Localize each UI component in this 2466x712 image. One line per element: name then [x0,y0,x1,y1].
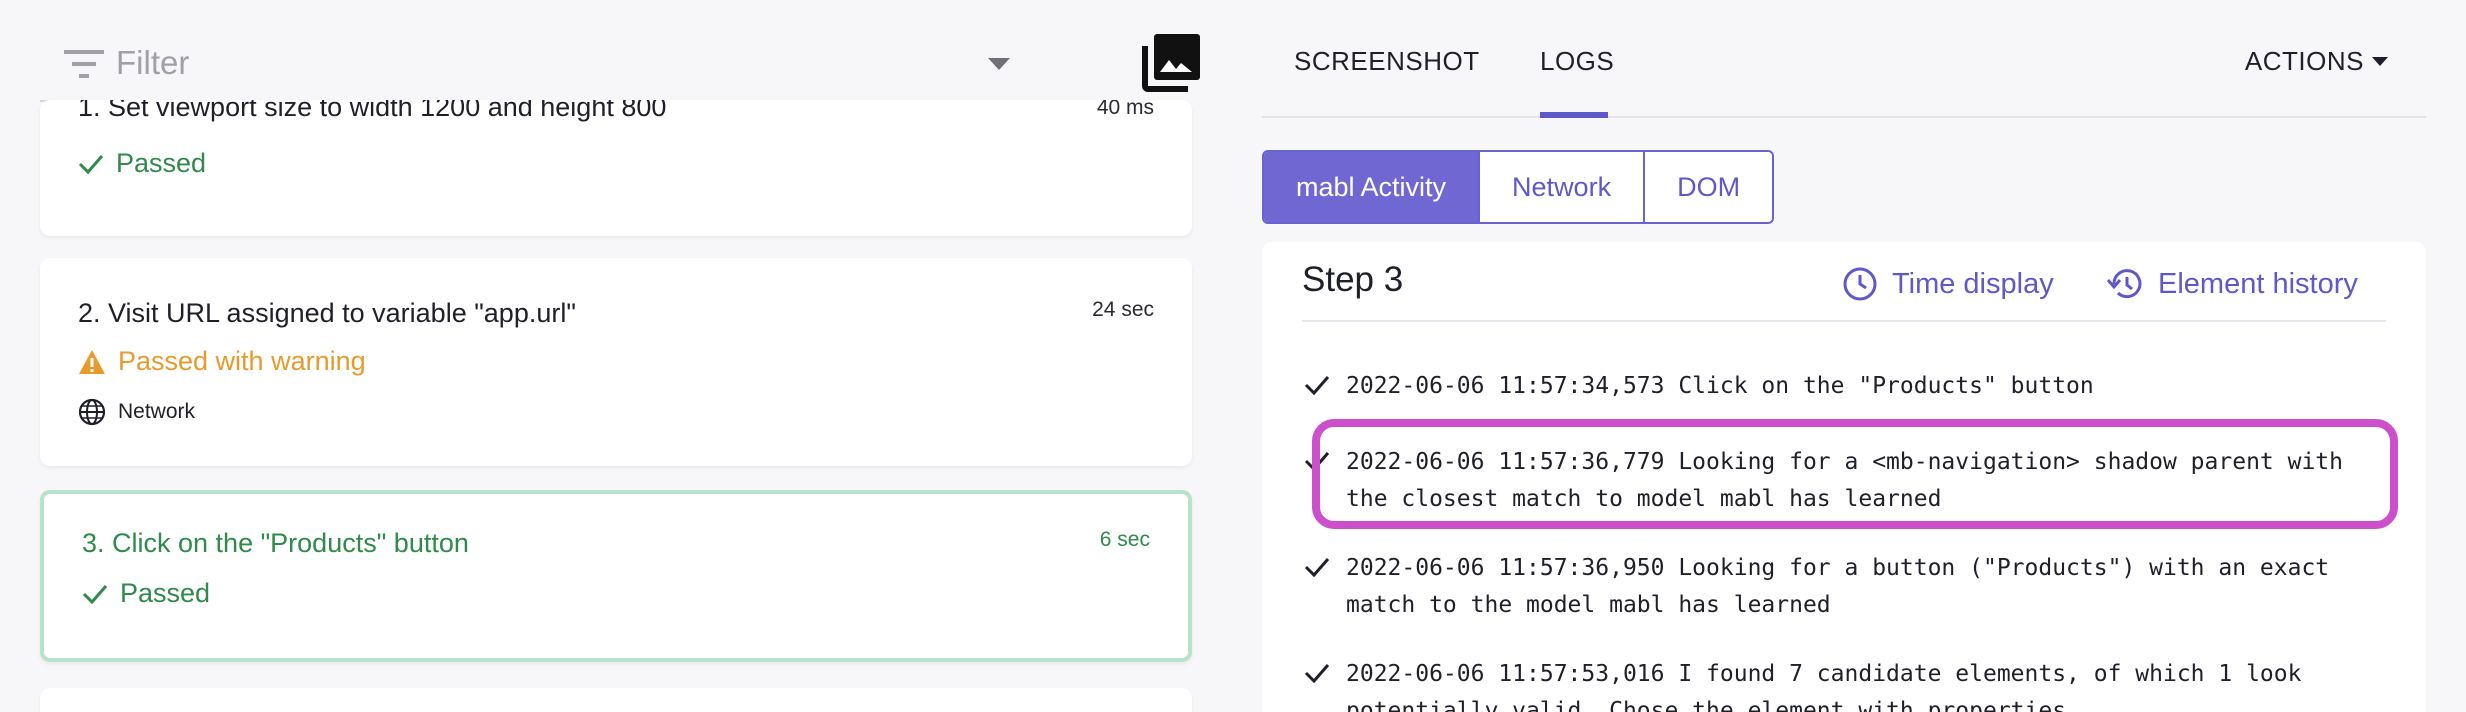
segment-network[interactable]: Network [1478,152,1644,222]
step-card-2[interactable]: 2. Visit URL assigned to variable "app.u… [40,258,1192,466]
log-text: 2022-06-06 11:57:34,573 Click on the "Pr… [1346,373,2094,399]
check-icon [1304,558,1330,578]
app-root: Filter 1. Set viewport size to width 120… [0,0,2466,712]
highlight-annotation [1312,419,2398,529]
network-label: Network [118,400,196,423]
step-duration: 6 sec [1099,528,1150,551]
step-card-1[interactable]: 1. Set viewport size to width 1200 and h… [40,100,1192,236]
tab-logs[interactable]: LOGS [1540,46,1614,77]
warning-icon [79,349,105,374]
status-label: Passed [120,578,211,608]
step-card-4[interactable] [40,688,1192,712]
check-icon [1304,664,1330,684]
status-label: Passed with warning [118,346,366,376]
log-entry: 2022-06-06 11:57:53,016 I found 7 candid… [1302,656,2372,712]
log-entry: 2022-06-06 11:57:34,573 Click on the "Pr… [1302,368,2372,405]
active-tab-indicator [1540,112,1608,118]
step-status: Passed [78,148,206,179]
filter-bar[interactable]: Filter [40,22,1030,102]
step-status: Passed [82,578,210,609]
log-type-toggle: mabl Activity Network DOM [1262,150,1775,224]
filter-icon [64,50,104,78]
log-entry: 2022-06-06 11:57:36,950 Looking for a bu… [1302,550,2372,624]
check-icon [78,154,104,174]
log-text: 2022-06-06 11:57:36,950 Looking for a bu… [1346,555,2330,618]
segment-dom[interactable]: DOM [1643,152,1773,222]
steps-panel: Filter 1. Set viewport size to width 120… [0,0,1230,712]
check-icon [82,584,108,604]
step-title: 1. Set viewport size to width 1200 and h… [78,100,667,122]
time-display-label: Time display [1892,267,2054,300]
network-link[interactable]: Network [78,398,195,426]
tab-bar: SCREENSHOT LOGS ACTIONS [1262,0,2426,118]
check-icon [1304,376,1330,396]
time-display-button[interactable]: Time display [1842,266,2054,302]
step-duration: 24 sec [1092,298,1154,321]
history-icon [2106,269,2142,299]
step-duration: 40 ms [1096,100,1154,119]
clock-icon [1843,267,1877,301]
element-history-label: Element history [2158,267,2358,300]
step-title: 3. Click on the "Products" button [82,528,469,558]
details-panel: SCREENSHOT LOGS ACTIONS mabl Activity Ne… [1230,0,2466,712]
chevron-down-icon[interactable] [988,58,1010,70]
actions-label: ACTIONS [2244,46,2364,76]
log-text: 2022-06-06 11:57:53,016 I found 7 candid… [1346,661,2302,712]
filter-input[interactable]: Filter [116,44,189,82]
step-card-3[interactable]: 3. Click on the "Products" button 6 sec … [40,490,1192,662]
globe-icon [78,398,106,426]
actions-menu-button[interactable]: ACTIONS [2245,46,2388,77]
element-history-button[interactable]: Element history [2106,266,2358,302]
photo-library-icon[interactable] [1142,34,1200,92]
step-title: 2. Visit URL assigned to variable "app.u… [78,298,576,328]
segment-mabl-activity[interactable]: mabl Activity [1264,152,1479,222]
status-label: Passed [116,148,207,178]
divider [1302,320,2386,322]
log-step-title: Step 3 [1302,260,1404,299]
step-status: Passed with warning [78,346,366,377]
tab-screenshot[interactable]: SCREENSHOT [1294,46,1480,77]
caret-down-icon [2372,57,2388,66]
